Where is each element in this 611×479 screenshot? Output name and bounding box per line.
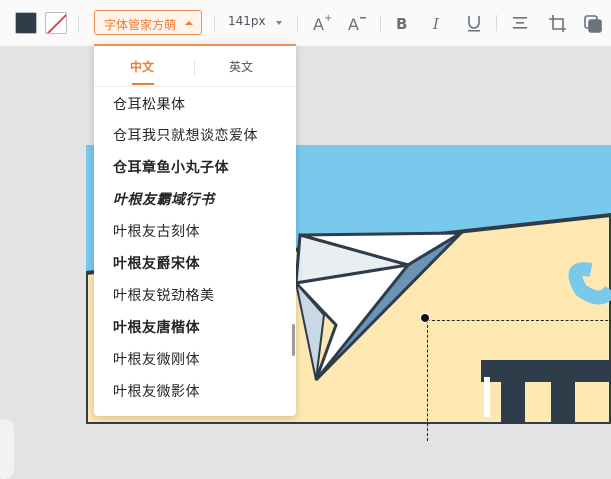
svg-text:B: B <box>396 15 407 33</box>
fill-color-swatch[interactable] <box>15 12 37 34</box>
font-option[interactable]: 叶根友唐楷体 <box>113 317 200 337</box>
decrease-font-icon[interactable]: A <box>346 12 368 34</box>
italic-icon[interactable]: I <box>426 12 448 34</box>
bold-icon[interactable]: B <box>392 12 414 34</box>
font-size-dropdown[interactable]: 141px <box>228 14 266 28</box>
font-option[interactable]: 叶根友古刻体 <box>113 221 200 241</box>
toolbar-divider <box>496 15 497 31</box>
increase-font-icon[interactable]: A + <box>311 12 333 34</box>
toolbar-divider <box>214 15 215 31</box>
font-option[interactable]: 仓耳章鱼小丸子体 <box>113 157 229 177</box>
layer-icon[interactable] <box>582 12 604 34</box>
toolbar-divider <box>297 15 298 31</box>
font-family-value: 字体管家方萌 <box>104 18 177 32</box>
canvas-scroll-handle[interactable] <box>0 419 14 479</box>
tabs-divider <box>94 86 296 87</box>
svg-text:I: I <box>432 15 440 33</box>
underline-icon[interactable] <box>463 12 485 34</box>
font-option[interactable]: 仓耳松果体 <box>113 94 186 114</box>
caret-down-icon[interactable] <box>276 21 282 25</box>
svg-text:A: A <box>348 15 359 34</box>
font-option[interactable]: 叶根友微影体 <box>113 381 200 401</box>
font-option[interactable]: 叶根友微刚体 <box>113 349 200 369</box>
active-tab-indicator <box>132 83 154 85</box>
font-option[interactable]: 叶根友霸域行书 <box>113 189 215 209</box>
stroke-none-swatch[interactable] <box>45 12 67 34</box>
panel-scrollbar[interactable] <box>292 324 295 356</box>
line-height-icon[interactable] <box>546 12 568 34</box>
svg-text:+: + <box>324 13 332 24</box>
toolbar-divider <box>78 15 79 31</box>
text-selection-box[interactable] <box>427 320 611 441</box>
svg-text:A: A <box>313 15 324 34</box>
font-option[interactable]: 叶根友锐劲格美 <box>113 285 215 305</box>
align-icon[interactable] <box>509 12 531 34</box>
font-family-dropdown[interactable]: 字体管家方萌 <box>94 10 202 35</box>
font-picker-panel: 中文 英文 仓耳松果体 仓耳我只就想谈恋爱体 仓耳章鱼小丸子体 叶根友霸域行书 … <box>94 44 296 416</box>
tab-divider <box>194 61 195 75</box>
text-toolbar: 字体管家方萌 141px A + A B I <box>0 0 611 47</box>
rotate-handle[interactable] <box>420 313 430 323</box>
toolbar-divider <box>380 15 381 31</box>
panel-accent-line <box>94 44 296 46</box>
caret-up-icon <box>185 21 193 25</box>
font-option[interactable]: 仓耳我只就想谈恋爱体 <box>113 125 258 145</box>
font-option[interactable]: 叶根友爵宋体 <box>113 253 200 273</box>
tab-chinese[interactable]: 中文 <box>130 58 154 75</box>
tab-english[interactable]: 英文 <box>229 58 253 75</box>
